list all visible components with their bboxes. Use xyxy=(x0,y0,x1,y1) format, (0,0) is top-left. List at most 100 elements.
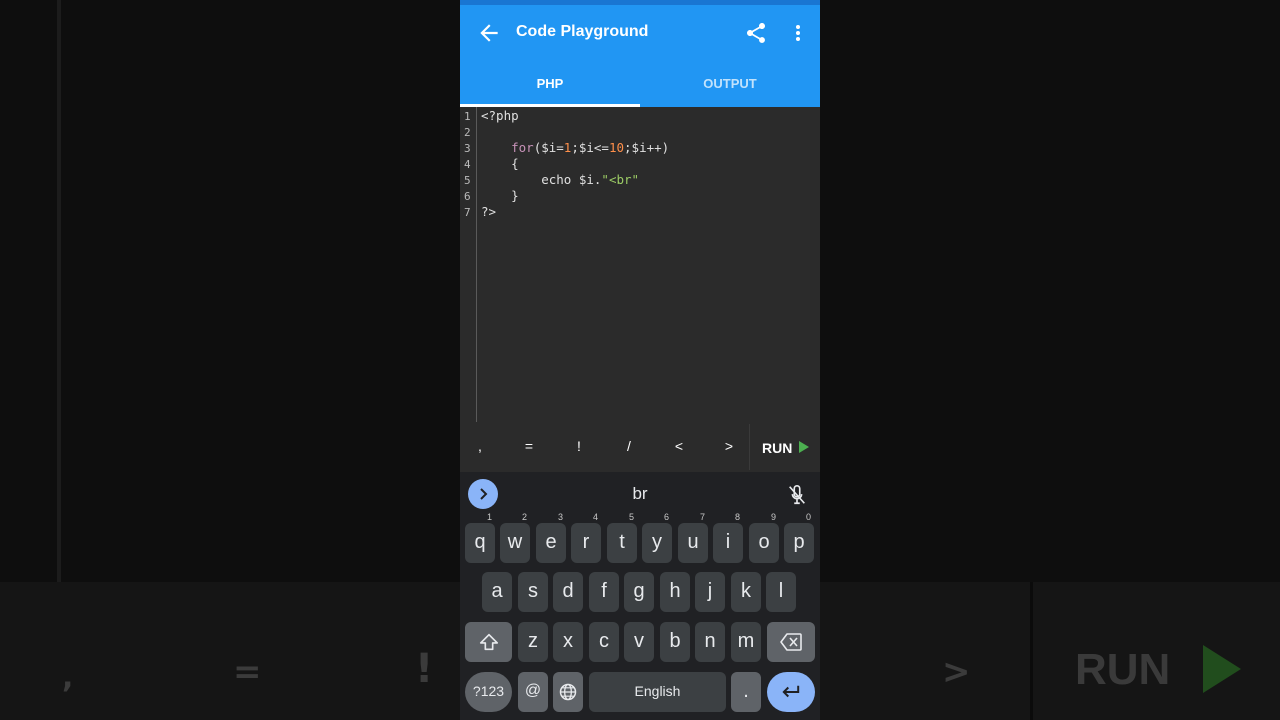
code-token: ($i= xyxy=(533,140,564,155)
background-divider xyxy=(57,0,61,582)
code-token: { xyxy=(481,156,519,171)
background-key-comma: , xyxy=(62,660,74,695)
share-icon[interactable] xyxy=(744,20,768,46)
key-f[interactable]: f xyxy=(589,572,619,612)
code-line-3: for($i=1;$i<=10;$i++) xyxy=(481,140,669,155)
key-label: i xyxy=(725,531,731,553)
code-string: "<br" xyxy=(601,172,640,187)
space-key[interactable]: English xyxy=(589,672,726,712)
key-x[interactable]: x xyxy=(553,622,583,662)
at-key[interactable]: @ xyxy=(518,672,548,712)
key-e[interactable]: e3 xyxy=(536,512,566,563)
mic-off-icon[interactable] xyxy=(786,483,808,507)
code-line-5: echo $i."<br" xyxy=(481,172,639,187)
background-separator xyxy=(1030,582,1033,720)
tab-output[interactable]: OUTPUT xyxy=(640,62,820,107)
key-d[interactable]: d xyxy=(553,572,583,612)
code-line-7: ?> xyxy=(481,204,496,219)
key-w[interactable]: w2 xyxy=(500,512,530,563)
status-strip xyxy=(460,0,820,5)
key-c[interactable]: c xyxy=(589,622,619,662)
backspace-icon xyxy=(780,633,802,651)
key-a[interactable]: a xyxy=(482,572,512,612)
enter-icon xyxy=(782,685,800,698)
language-key[interactable] xyxy=(553,672,583,712)
background-key-exclaim: ! xyxy=(415,646,434,692)
symbol-key-exclaim[interactable]: ! xyxy=(564,438,594,454)
code-editor[interactable]: 1 2 3 4 5 6 7 <?php for($i=1;$i<=10;$i++… xyxy=(460,107,820,422)
background-key-greater: > xyxy=(942,652,971,692)
key-v[interactable]: v xyxy=(624,622,654,662)
key-label: w xyxy=(507,531,523,553)
key-hint: 7 xyxy=(699,512,705,522)
symbol-key-equals[interactable]: = xyxy=(514,438,544,454)
key-q[interactable]: q1 xyxy=(465,512,495,563)
key-l[interactable]: l xyxy=(766,572,796,612)
key-s[interactable]: s xyxy=(518,572,548,612)
background-key-equals: = xyxy=(233,652,262,692)
code-line-6: } xyxy=(481,188,519,203)
backspace-key[interactable] xyxy=(767,622,815,662)
key-z[interactable]: z xyxy=(518,622,548,662)
app-bar: Code Playground PHP OUTPUT xyxy=(460,0,820,107)
suggestion-word[interactable]: br xyxy=(610,484,670,504)
key-t[interactable]: t5 xyxy=(607,512,637,563)
more-vert-icon[interactable] xyxy=(788,20,808,46)
key-hint: 2 xyxy=(521,512,527,522)
tab-php[interactable]: PHP xyxy=(460,62,640,107)
key-g[interactable]: g xyxy=(624,572,654,612)
enter-key[interactable] xyxy=(767,672,815,712)
key-h[interactable]: h xyxy=(660,572,690,612)
key-u[interactable]: u7 xyxy=(678,512,708,563)
key-n[interactable]: n xyxy=(695,622,725,662)
play-icon[interactable] xyxy=(799,441,809,453)
globe-icon xyxy=(559,683,577,701)
run-button[interactable]: RUN xyxy=(762,440,792,456)
key-o[interactable]: o9 xyxy=(749,512,779,563)
key-hint: 9 xyxy=(770,512,776,522)
background-run-label: RUN xyxy=(1075,645,1171,694)
period-key[interactable]: . xyxy=(731,672,761,712)
key-m[interactable]: m xyxy=(731,622,761,662)
code-token: ;$i++) xyxy=(624,140,670,155)
keyboard-expand-button[interactable] xyxy=(468,479,498,509)
back-arrow-icon[interactable] xyxy=(476,20,502,46)
shift-icon xyxy=(479,633,498,651)
key-hint: 8 xyxy=(734,512,740,522)
line-number: 3 xyxy=(464,142,471,155)
code-number: 10 xyxy=(608,140,625,155)
code-token: } xyxy=(481,188,519,203)
key-hint: 0 xyxy=(805,512,811,522)
key-p[interactable]: p0 xyxy=(784,512,814,563)
line-number: 2 xyxy=(464,126,471,139)
key-k[interactable]: k xyxy=(731,572,761,612)
symbol-key-comma[interactable]: , xyxy=(465,438,495,454)
code-token: <?php xyxy=(481,108,519,123)
key-label: u xyxy=(687,531,699,553)
key-y[interactable]: y6 xyxy=(642,512,672,563)
key-b[interactable]: b xyxy=(660,622,690,662)
code-token: ;$i<= xyxy=(571,140,609,155)
code-keyword: for xyxy=(481,140,534,155)
background-play-icon xyxy=(1203,645,1241,693)
line-number: 6 xyxy=(464,190,471,203)
key-label: r xyxy=(582,531,590,553)
symbol-key-greater[interactable]: > xyxy=(714,438,744,454)
key-label: q xyxy=(474,531,486,553)
symbols-key[interactable]: ?123 xyxy=(465,672,512,712)
key-r[interactable]: r4 xyxy=(571,512,601,563)
key-hint: 4 xyxy=(592,512,598,522)
code-token: ?> xyxy=(481,204,497,219)
symbol-key-less[interactable]: < xyxy=(664,438,694,454)
symbol-bar-divider xyxy=(749,424,750,470)
key-label: e xyxy=(545,531,557,553)
key-i[interactable]: i8 xyxy=(713,512,743,563)
soft-keyboard: br q1 w2 e3 r4 t5 y6 u7 i8 o9 p0 a s d f… xyxy=(460,472,820,720)
key-hint: 1 xyxy=(486,512,492,522)
key-j[interactable]: j xyxy=(695,572,725,612)
line-gutter: 1 2 3 4 5 6 7 xyxy=(460,107,477,422)
background-bar-left xyxy=(0,582,460,720)
line-number: 5 xyxy=(464,174,471,187)
symbol-key-slash[interactable]: / xyxy=(614,438,644,454)
shift-key[interactable] xyxy=(465,622,512,662)
